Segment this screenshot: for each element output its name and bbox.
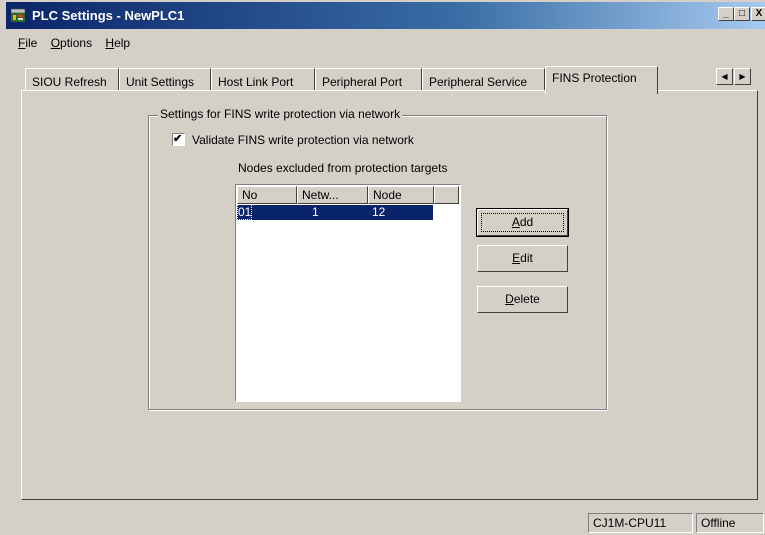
status-plc-model: CJ1M-CPU11	[588, 513, 693, 533]
status-bar: CJ1M-CPU11 Offline	[0, 505, 765, 535]
tab-peripheral-port[interactable]: Peripheral Port	[315, 68, 422, 91]
menu-options[interactable]: Options	[51, 36, 92, 50]
status-connection-mode: Offline	[696, 513, 764, 533]
focus-rect	[481, 213, 564, 232]
validate-fins-label[interactable]: Validate FINS write protection via netwo…	[192, 133, 414, 147]
tab-fins-protection[interactable]: FINS Protection	[545, 66, 658, 94]
validate-fins-checkbox[interactable]: ✔	[172, 133, 185, 146]
menu-file[interactable]: File	[18, 36, 37, 50]
cell-no: 01	[236, 204, 253, 220]
close-button[interactable]: X	[751, 7, 765, 21]
delete-button[interactable]: Delete	[477, 286, 568, 313]
window-title: PLC Settings - NewPLC1	[32, 8, 185, 23]
cell-node: 12	[372, 205, 386, 219]
groupbox-title: Settings for FINS write protection via n…	[158, 107, 403, 121]
tab-scroll-right-icon[interactable]: ▶	[734, 68, 751, 85]
tab-peripheral-service[interactable]: Peripheral Service	[422, 68, 545, 91]
menu-help[interactable]: Help	[105, 36, 130, 50]
nodes-excluded-caption: Nodes excluded from protection targets	[238, 161, 448, 175]
list-item[interactable]: 01 1 12	[236, 204, 433, 220]
title-bar[interactable]: PLC Settings - NewPLC1 _ □ X	[6, 2, 765, 29]
column-header-empty	[434, 186, 459, 204]
add-button[interactable]: Add	[476, 208, 569, 237]
maximize-button[interactable]: □	[734, 7, 750, 21]
column-header-network[interactable]: Netw...	[297, 186, 368, 204]
tab-scroll-left-icon[interactable]: ◀	[716, 68, 733, 85]
column-header-node[interactable]: Node	[368, 186, 434, 204]
check-mark-icon: ✔	[173, 133, 183, 145]
column-header-no[interactable]: No	[237, 186, 297, 204]
cell-network: 1	[312, 205, 319, 219]
minimize-button[interactable]: _	[718, 7, 734, 21]
plc-app-icon	[10, 8, 26, 23]
tab-siou-refresh[interactable]: SIOU Refresh	[25, 68, 119, 91]
excluded-nodes-list[interactable]: No Netw... Node 01 1 12	[235, 184, 461, 402]
edit-button[interactable]: Edit	[477, 245, 568, 272]
tab-unit-settings[interactable]: Unit Settings	[119, 68, 211, 91]
menu-bar: File Options Help	[18, 36, 140, 54]
tab-host-link-port[interactable]: Host Link Port	[211, 68, 315, 91]
